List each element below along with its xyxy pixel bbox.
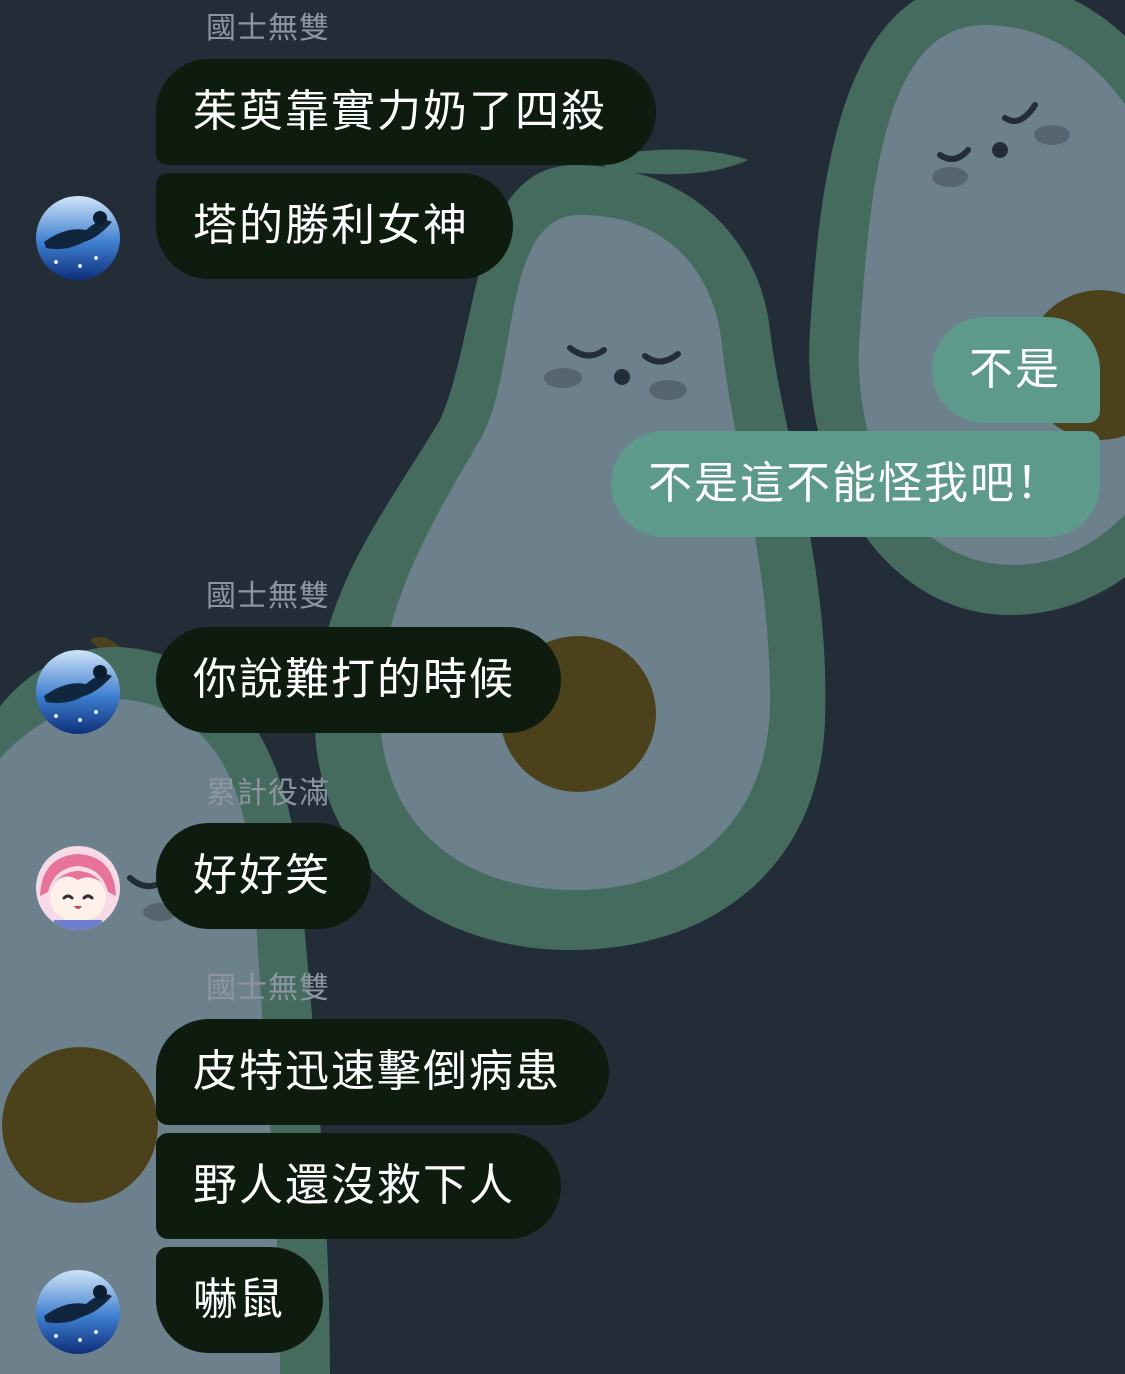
sender-name: 累計役滿 [206, 776, 330, 811]
incoming-message-bubble[interactable]: 好好笑 [156, 823, 371, 929]
anime-boy-avatar-icon [36, 650, 120, 734]
anime-boy-avatar[interactable] [36, 196, 120, 280]
anime-boy-avatar[interactable] [36, 1270, 120, 1354]
incoming-message-bubble[interactable]: 你說難打的時候 [156, 627, 561, 733]
incoming-message-bubble[interactable]: 茱萸靠實力奶了四殺 [156, 59, 656, 165]
sender-name: 國士無雙 [206, 971, 330, 1006]
pink-hair-girl-avatar[interactable] [36, 846, 120, 930]
sender-name: 國士無雙 [206, 11, 330, 46]
incoming-message-bubble[interactable]: 皮特迅速擊倒病患 [156, 1019, 609, 1125]
incoming-message-bubble[interactable]: 嚇鼠 [156, 1247, 323, 1353]
incoming-message-bubble[interactable]: 塔的勝利女神 [156, 173, 513, 279]
outgoing-message-bubble[interactable]: 不是這不能怪我吧！ [611, 431, 1100, 537]
incoming-message-bubble[interactable]: 野人還沒救下人 [156, 1133, 561, 1239]
anime-boy-avatar[interactable] [36, 650, 120, 734]
anime-boy-avatar-icon [36, 196, 120, 280]
pink-hair-girl-avatar-icon [36, 846, 120, 930]
sender-name: 國士無雙 [206, 579, 330, 614]
outgoing-message-bubble[interactable]: 不是 [932, 317, 1100, 423]
chat-messages: 國士無雙 茱萸靠實力奶了四殺 塔的勝利女神 不是 不是這不能怪我吧！ 國士無雙 … [0, 0, 1125, 1374]
anime-boy-avatar-icon [36, 1270, 120, 1354]
